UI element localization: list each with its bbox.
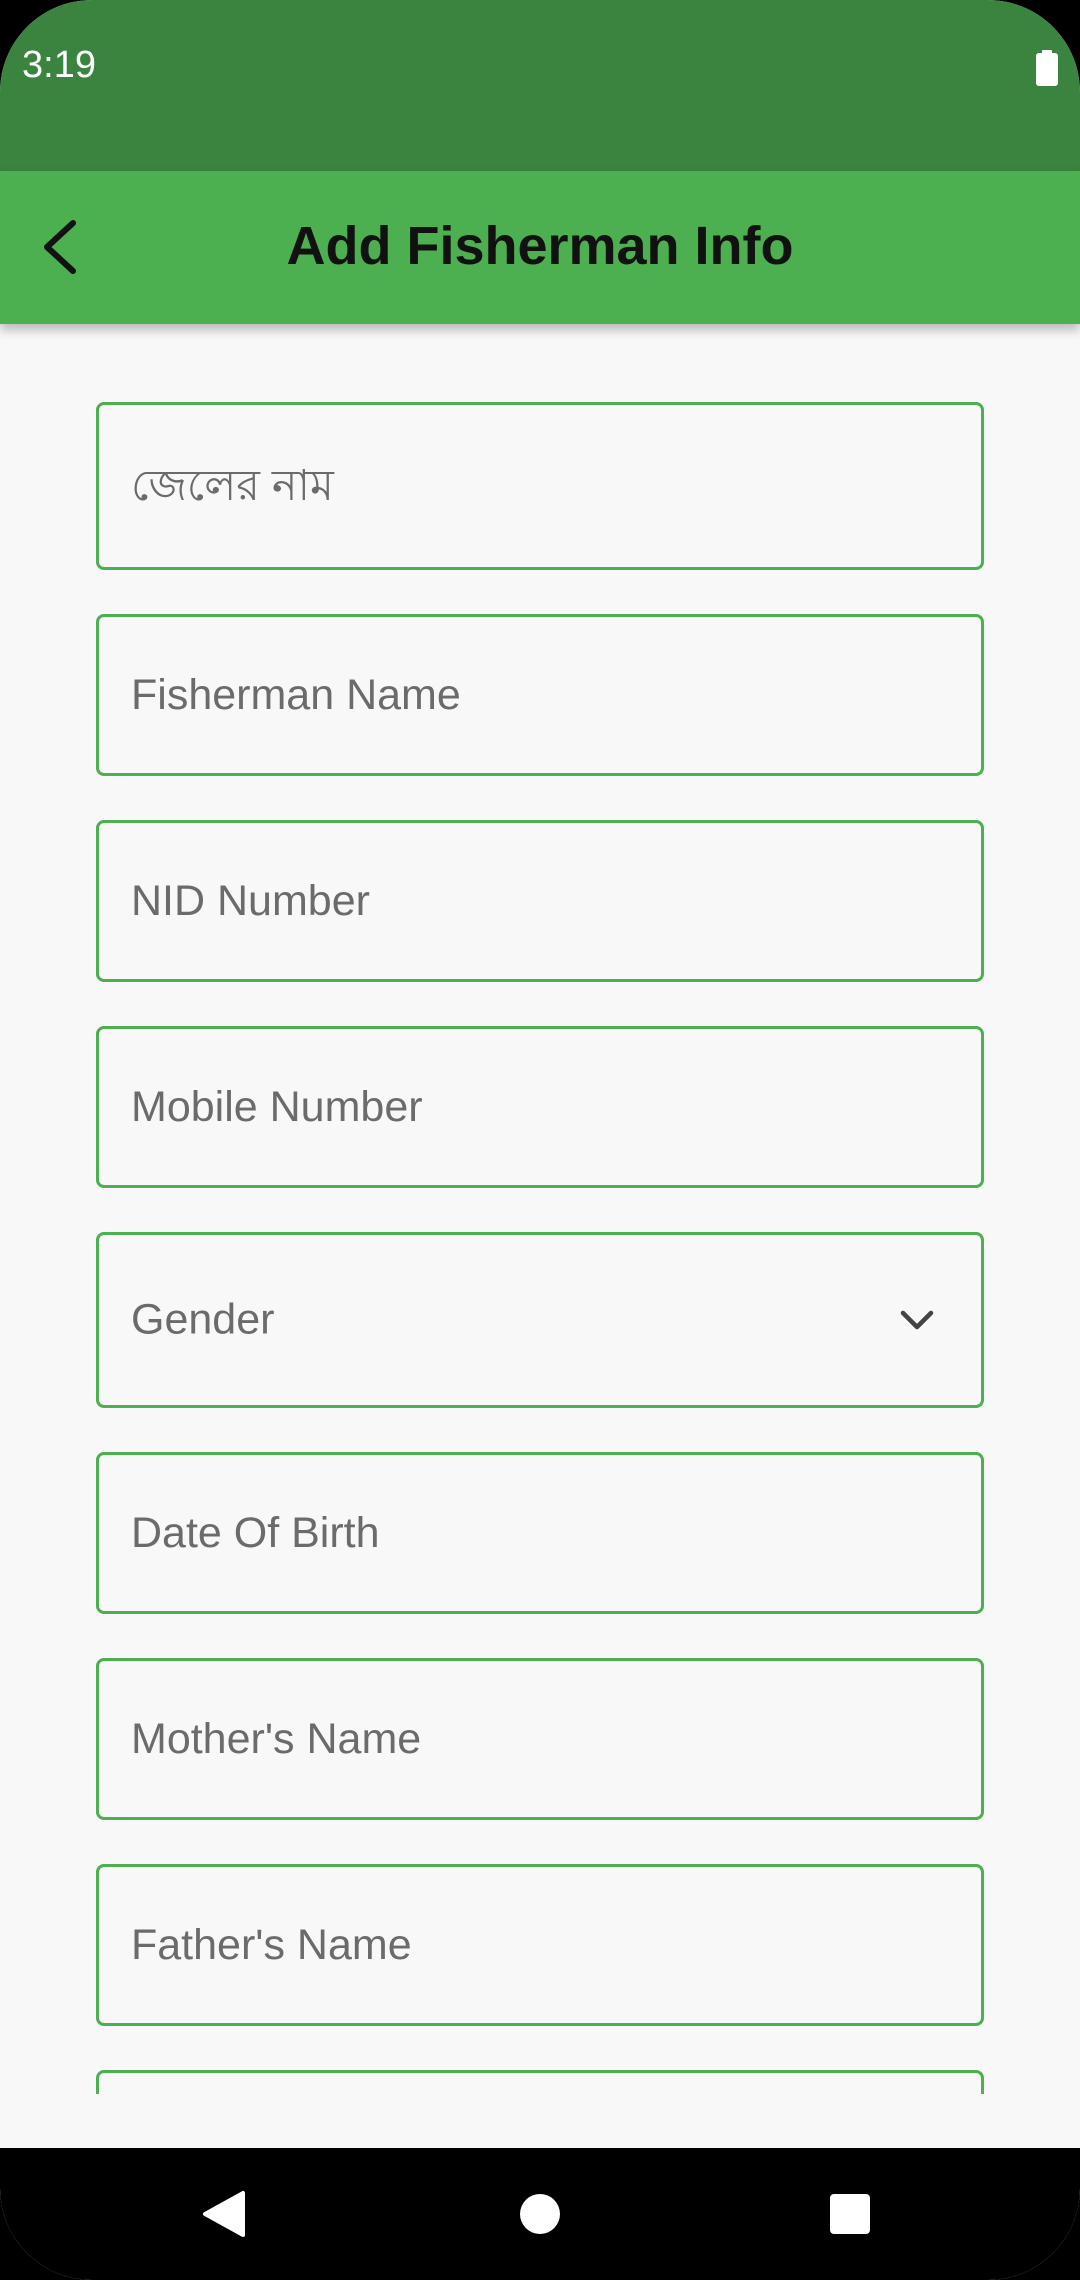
battery-icon: [1036, 50, 1058, 86]
mobile-number-field[interactable]: [96, 1026, 984, 1188]
fisherman-name-bangla-field[interactable]: [96, 402, 984, 570]
nav-home-icon: [520, 2194, 560, 2234]
nav-home-button[interactable]: [504, 2178, 576, 2250]
gender-select[interactable]: Gender: [96, 1232, 984, 1408]
mobile-number-input[interactable]: [99, 1029, 981, 1185]
page-title: Add Fisherman Info: [286, 216, 794, 276]
app-bar: Add Fisherman Info: [0, 171, 1080, 324]
nav-back-button[interactable]: [188, 2178, 260, 2250]
nav-back-icon: [203, 2191, 245, 2237]
fisherman-name-field[interactable]: [96, 614, 984, 776]
navigation-bar: [0, 2148, 1080, 2280]
nid-number-field[interactable]: [96, 820, 984, 982]
phone-screen: 3:19 Add Fisherman Info Gender: [0, 0, 1080, 2280]
date-of-birth-input[interactable]: [99, 1455, 981, 1611]
nav-recents-icon: [830, 2194, 870, 2234]
next-field-partial[interactable]: [96, 2070, 984, 2094]
nav-recents-button[interactable]: [814, 2178, 886, 2250]
mothers-name-field[interactable]: [96, 1658, 984, 1820]
status-time: 3:19: [22, 44, 96, 86]
mothers-name-input[interactable]: [99, 1661, 981, 1817]
fathers-name-field[interactable]: [96, 1864, 984, 2026]
fisherman-name-bangla-input[interactable]: [99, 405, 981, 567]
status-bar: 3:19: [0, 0, 1080, 171]
fisherman-name-input[interactable]: [99, 617, 981, 773]
form-scroll-area[interactable]: Gender: [0, 324, 1080, 2094]
fathers-name-input[interactable]: [99, 1867, 981, 2023]
gender-select-label: Gender: [131, 1295, 275, 1344]
chevron-down-icon: [900, 1310, 934, 1330]
nid-number-input[interactable]: [99, 823, 981, 979]
date-of-birth-field[interactable]: [96, 1452, 984, 1614]
